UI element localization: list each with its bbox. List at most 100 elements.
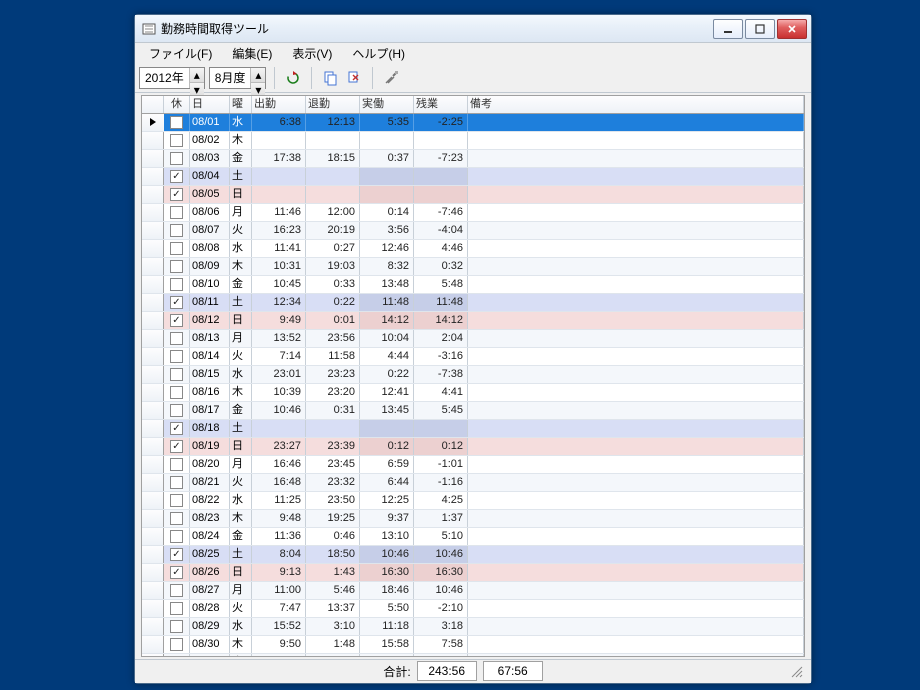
overtime-cell[interactable]: -1:01 xyxy=(414,456,468,473)
holiday-checkbox[interactable] xyxy=(164,204,190,221)
col-date[interactable]: 日 xyxy=(190,96,230,113)
end-cell[interactable]: 18:15 xyxy=(306,150,360,167)
start-cell[interactable]: 7:14 xyxy=(252,348,306,365)
note-cell[interactable] xyxy=(468,474,804,491)
holiday-checkbox[interactable] xyxy=(164,474,190,491)
note-cell[interactable] xyxy=(468,114,804,131)
end-cell[interactable] xyxy=(306,132,360,149)
paste-icon[interactable] xyxy=(344,68,364,88)
note-cell[interactable] xyxy=(468,654,804,656)
end-cell[interactable]: 12:13 xyxy=(306,114,360,131)
holiday-checkbox[interactable] xyxy=(164,402,190,419)
dow-cell[interactable]: 土 xyxy=(230,420,252,437)
note-cell[interactable] xyxy=(468,546,804,563)
holiday-checkbox[interactable] xyxy=(164,276,190,293)
holiday-checkbox[interactable] xyxy=(164,600,190,617)
start-cell[interactable]: 9:48 xyxy=(252,510,306,527)
work-cell[interactable]: 12:41 xyxy=(360,384,414,401)
dow-cell[interactable]: 木 xyxy=(230,636,252,653)
holiday-checkbox[interactable] xyxy=(164,456,190,473)
overtime-cell[interactable] xyxy=(414,132,468,149)
table-row[interactable]: 08/20月16:4623:456:59-1:01 xyxy=(142,456,804,474)
start-cell[interactable]: 10:31 xyxy=(252,258,306,275)
holiday-checkbox[interactable] xyxy=(164,384,190,401)
year-up-icon[interactable]: ▴ xyxy=(190,68,204,82)
holiday-checkbox[interactable] xyxy=(164,582,190,599)
note-cell[interactable] xyxy=(468,312,804,329)
note-cell[interactable] xyxy=(468,276,804,293)
work-cell[interactable]: 13:10 xyxy=(360,528,414,545)
holiday-checkbox[interactable] xyxy=(164,618,190,635)
table-row[interactable]: 08/28火7:4713:375:50-2:10 xyxy=(142,600,804,618)
date-cell[interactable]: 08/23 xyxy=(190,510,230,527)
dow-cell[interactable]: 水 xyxy=(230,114,252,131)
dow-cell[interactable]: 日 xyxy=(230,312,252,329)
table-row[interactable]: 08/09木10:3119:038:320:32 xyxy=(142,258,804,276)
start-cell[interactable]: 10:45 xyxy=(252,276,306,293)
date-cell[interactable]: 08/12 xyxy=(190,312,230,329)
table-row[interactable]: 08/18土 xyxy=(142,420,804,438)
date-cell[interactable]: 08/04 xyxy=(190,168,230,185)
note-cell[interactable] xyxy=(468,600,804,617)
note-cell[interactable] xyxy=(468,438,804,455)
overtime-cell[interactable]: 5:10 xyxy=(414,528,468,545)
dow-cell[interactable]: 木 xyxy=(230,132,252,149)
work-cell[interactable]: 6:44 xyxy=(360,474,414,491)
work-cell[interactable]: 14:12 xyxy=(360,312,414,329)
table-row[interactable]: 08/23木9:4819:259:371:37 xyxy=(142,510,804,528)
note-cell[interactable] xyxy=(468,366,804,383)
date-cell[interactable]: 08/22 xyxy=(190,492,230,509)
date-cell[interactable]: 08/05 xyxy=(190,186,230,203)
holiday-checkbox[interactable] xyxy=(164,114,190,131)
end-cell[interactable]: 0:01 xyxy=(306,312,360,329)
holiday-checkbox[interactable] xyxy=(164,240,190,257)
holiday-checkbox[interactable] xyxy=(164,222,190,239)
note-cell[interactable] xyxy=(468,636,804,653)
refresh-icon[interactable] xyxy=(283,68,303,88)
overtime-cell[interactable]: 0:32 xyxy=(414,258,468,275)
date-cell[interactable]: 08/16 xyxy=(190,384,230,401)
holiday-checkbox[interactable] xyxy=(164,330,190,347)
end-cell[interactable]: 0:46 xyxy=(306,528,360,545)
overtime-cell[interactable]: 4:46 xyxy=(414,240,468,257)
dow-cell[interactable]: 水 xyxy=(230,492,252,509)
date-cell[interactable]: 08/29 xyxy=(190,618,230,635)
overtime-cell[interactable]: 10:46 xyxy=(414,546,468,563)
holiday-checkbox[interactable] xyxy=(164,420,190,437)
end-cell[interactable]: 13:37 xyxy=(306,600,360,617)
date-cell[interactable]: 08/10 xyxy=(190,276,230,293)
table-row[interactable]: 08/05日 xyxy=(142,186,804,204)
end-cell[interactable]: 0:22 xyxy=(306,294,360,311)
table-row[interactable]: 08/02木 xyxy=(142,132,804,150)
start-cell[interactable]: 11:41 xyxy=(252,240,306,257)
end-cell[interactable]: 23:39 xyxy=(306,438,360,455)
resize-grip-icon[interactable] xyxy=(789,664,803,678)
start-cell[interactable]: 15:52 xyxy=(252,618,306,635)
table-row[interactable]: 08/30木9:501:4815:587:58 xyxy=(142,636,804,654)
work-cell[interactable]: 6:59 xyxy=(360,456,414,473)
end-cell[interactable]: 23:23 xyxy=(306,366,360,383)
overtime-cell[interactable]: -7:46 xyxy=(414,204,468,221)
note-cell[interactable] xyxy=(468,420,804,437)
overtime-cell[interactable] xyxy=(414,168,468,185)
work-cell[interactable]: 13:48 xyxy=(360,276,414,293)
col-holiday[interactable]: 休 xyxy=(164,96,190,113)
col-dow[interactable]: 曜 xyxy=(230,96,252,113)
date-cell[interactable]: 08/17 xyxy=(190,402,230,419)
holiday-checkbox[interactable] xyxy=(164,366,190,383)
start-cell[interactable]: 9:49 xyxy=(252,312,306,329)
dow-cell[interactable]: 土 xyxy=(230,294,252,311)
work-cell[interactable]: 2:37 xyxy=(360,654,414,656)
overtime-cell[interactable] xyxy=(414,186,468,203)
work-cell[interactable]: 0:12 xyxy=(360,438,414,455)
work-cell[interactable]: 13:45 xyxy=(360,402,414,419)
start-cell[interactable]: 11:00 xyxy=(252,582,306,599)
note-cell[interactable] xyxy=(468,204,804,221)
menu-edit[interactable]: 編集(E) xyxy=(222,43,282,64)
col-end[interactable]: 退勤 xyxy=(306,96,360,113)
end-cell[interactable]: 23:32 xyxy=(306,474,360,491)
note-cell[interactable] xyxy=(468,618,804,635)
dow-cell[interactable]: 金 xyxy=(230,402,252,419)
dow-cell[interactable]: 火 xyxy=(230,222,252,239)
end-cell[interactable]: 3:10 xyxy=(306,618,360,635)
